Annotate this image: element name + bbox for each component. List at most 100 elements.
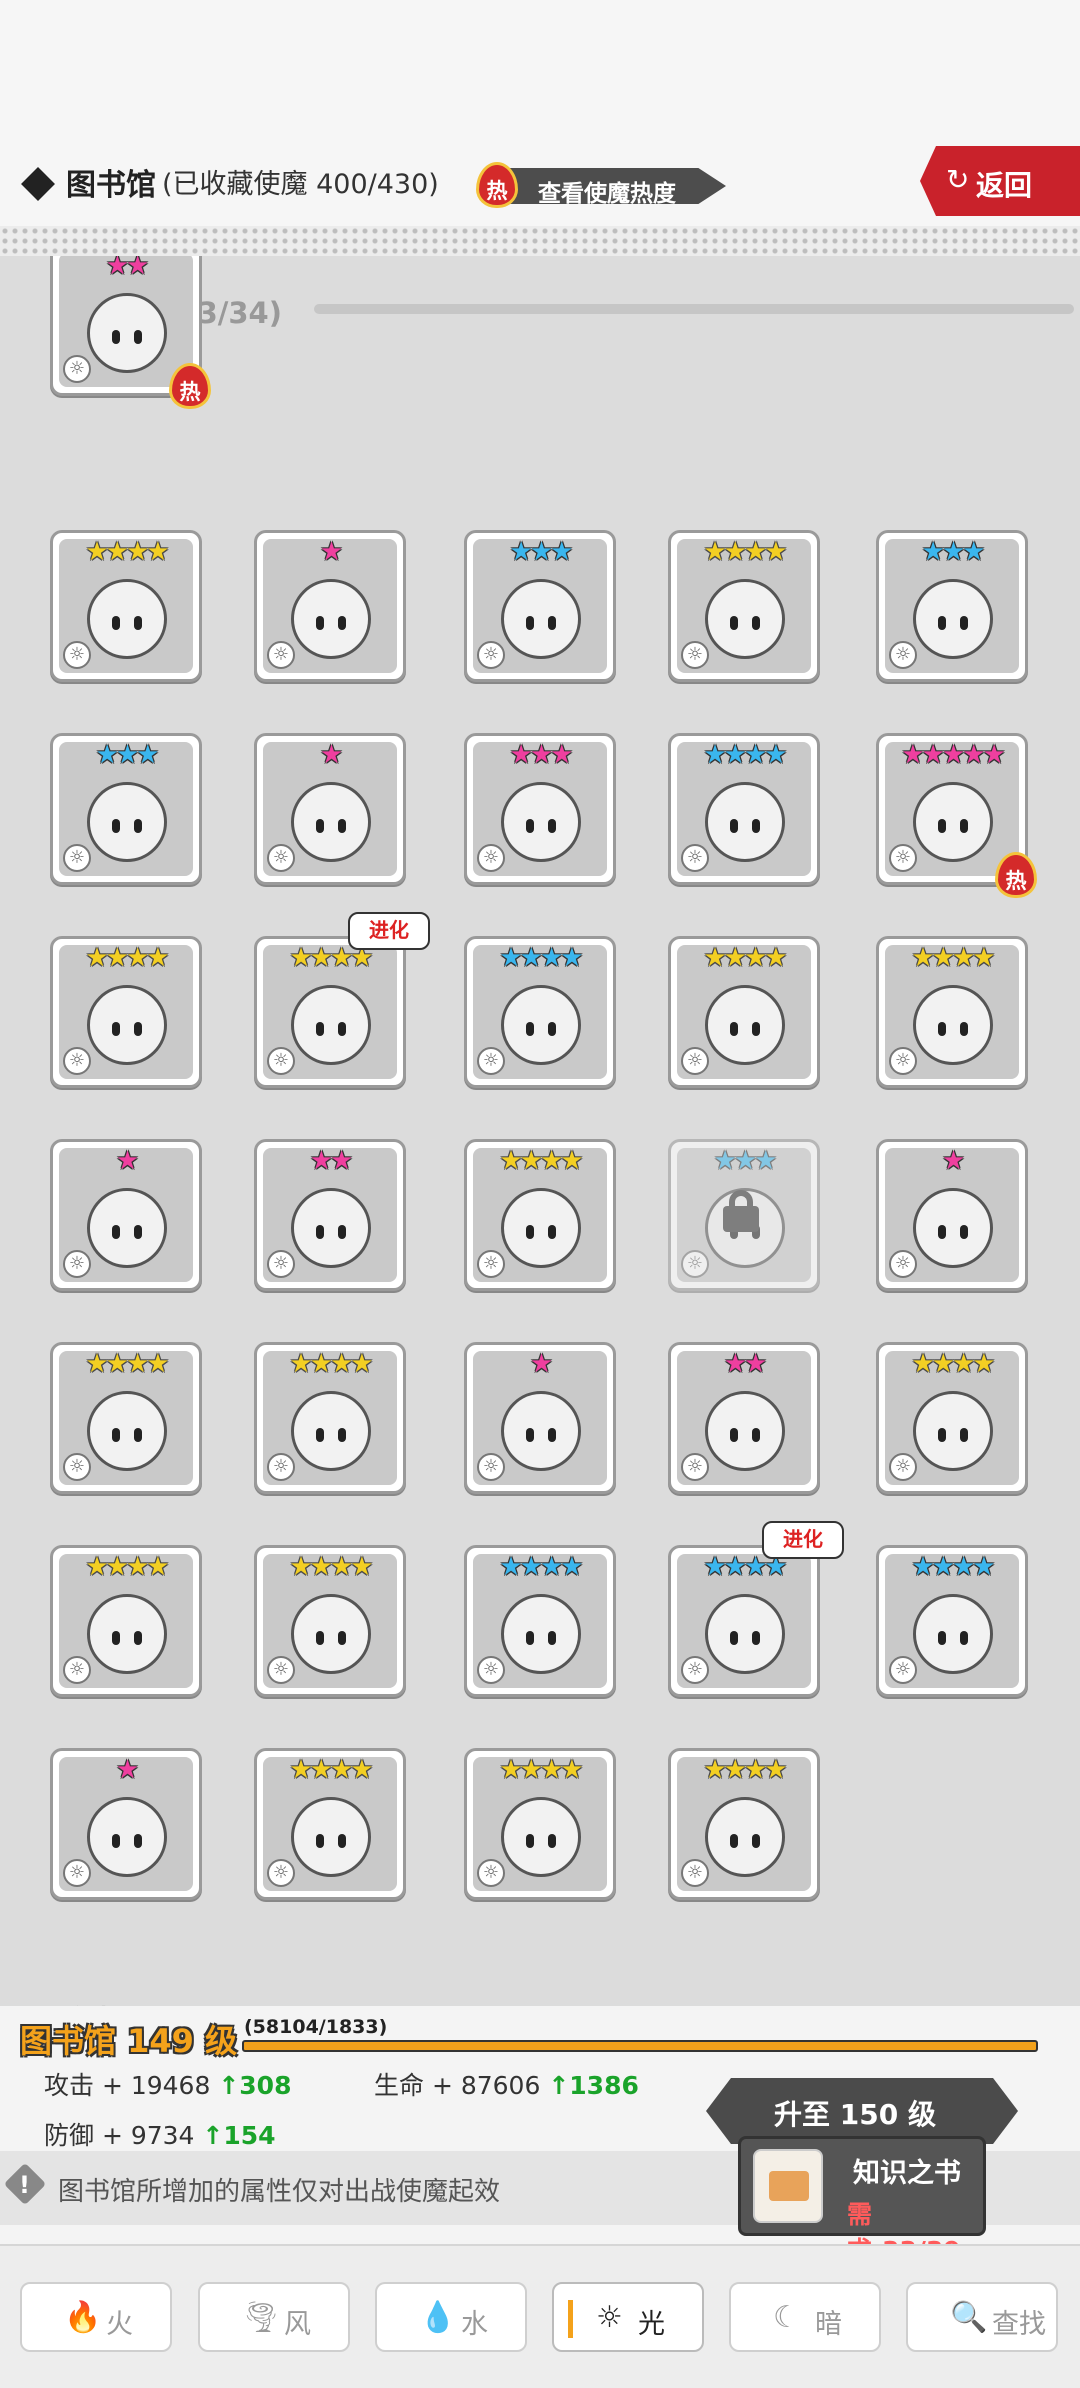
light-element-icon: ☼ [477, 844, 505, 872]
familiar-card[interactable]: ★★★★ ☼ [668, 530, 820, 682]
light-element-icon: ☼ [267, 1047, 295, 1075]
light-element-icon: ☼ [63, 641, 91, 669]
tab-label: 水 [461, 2309, 488, 2340]
star-rating: ★★★★ [703, 943, 787, 973]
familiar-card[interactable]: ★★★★ ☼ [668, 733, 820, 885]
familiar-card[interactable]: ★★★★ ☼ [464, 1748, 616, 1900]
return-arrow-icon: ↻ [946, 163, 970, 196]
star-rating: ★★★★★ [901, 740, 1006, 770]
book-icon [753, 2149, 823, 2223]
defense-stat: 防御 + 9734 ↑154 [44, 2116, 276, 2152]
light-element-icon: ☼ [889, 1453, 917, 1481]
hot-icon: 热 [476, 162, 518, 208]
familiar-card[interactable]: ★★★ ☼ [50, 733, 202, 885]
warning-mark: ! [19, 2171, 30, 2199]
familiar-card[interactable]: ★★★★ ☼ [254, 1342, 406, 1494]
view-heat-button[interactable]: 热 查看使魔热度 [476, 162, 730, 208]
familiar-face [87, 985, 167, 1065]
familiar-card[interactable]: ★★★★ ☼ [254, 1545, 406, 1697]
familiar-card[interactable]: ★★★★ ☼ [50, 936, 202, 1088]
star-rating: ★ [941, 1146, 965, 1176]
tab-light[interactable]: ☼ 光 [552, 2282, 704, 2352]
tab-search[interactable]: 🔍 查找 [906, 2282, 1058, 2352]
familiar-face [501, 1391, 581, 1471]
star-rating: ★★★★ [85, 1552, 169, 1582]
familiar-card[interactable]: ★★★★ ☼ [876, 936, 1028, 1088]
familiar-card[interactable]: ★★★★ ☼ [464, 936, 616, 1088]
familiar-card[interactable]: ★★★★ ☼ [464, 1139, 616, 1291]
light-element-icon: ☼ [63, 1859, 91, 1887]
light-element-icon: ☼ [267, 1859, 295, 1887]
back-button[interactable]: ↻ 返回 [920, 146, 1080, 216]
familiar-card[interactable]: ★ ☼ [50, 1748, 202, 1900]
familiar-face [501, 1188, 581, 1268]
familiar-card[interactable]: ★★★★ ☼ [876, 1545, 1028, 1697]
light-element-icon: ☼ [889, 1250, 917, 1278]
familiar-face [705, 782, 785, 862]
back-label: 返回 [976, 169, 1033, 202]
familiar-card[interactable]: ★ ☼ [254, 733, 406, 885]
familiar-card[interactable]: ★★ ☼ [254, 1139, 406, 1291]
familiar-card[interactable]: ★★★ ☼ [464, 530, 616, 682]
familiar-face [291, 1188, 371, 1268]
familiar-card[interactable]: ★★★★ ☼ [50, 530, 202, 682]
familiar-card[interactable]: ★★ ☼ 热 [50, 256, 211, 409]
star-rating: ★ [319, 537, 343, 567]
familiar-card[interactable]: ★ ☼ [50, 1139, 202, 1291]
familiar-card[interactable]: ★★★★ ☼ [464, 1545, 616, 1697]
familiar-face [291, 579, 371, 659]
light-icon: ☼ [596, 2300, 623, 2335]
familiar-card[interactable]: ★ ☼ [254, 530, 406, 682]
familiar-card[interactable]: ★★★★ ☼ [668, 1748, 820, 1900]
light-element-icon: ☼ [477, 1250, 505, 1278]
familiar-card[interactable]: ★★★ ☼ [876, 530, 1028, 682]
familiar-face [705, 1391, 785, 1471]
exp-text: (58104/1833) [244, 2016, 388, 2038]
light-element-icon: ☼ [477, 1453, 505, 1481]
section-header: 胎生★1(31/31) [60, 1998, 282, 2006]
status-bar [0, 0, 1080, 140]
tab-label: 火 [106, 2309, 133, 2340]
familiar-card[interactable]: ★★ ☼ [668, 1342, 820, 1494]
star-rating: ★★★★ [911, 943, 995, 973]
familiar-card[interactable]: ★★★ ☼ [668, 1139, 820, 1291]
familiar-card[interactable]: ★★★★ ☼ [50, 1342, 202, 1494]
tab-water[interactable]: 💧 水 [375, 2282, 527, 2352]
search-icon: 🔍 [950, 2300, 988, 2335]
upgrade-button[interactable]: 升至 150 级 ⬆ [706, 2078, 1018, 2144]
familiar-card[interactable]: ★★★★ ☼ [254, 936, 406, 1088]
tab-fire[interactable]: 🔥 火 [20, 2282, 172, 2352]
star-rating: ★★★★ [499, 1146, 583, 1176]
collection-grid[interactable]: 胎生★3(33/34) 胎生★1(31/31) ★★☼热★★★★☼★☼★★★☼★… [0, 256, 1080, 2006]
wind-icon: 🌪 [242, 2300, 281, 2335]
tab-label: 风 [284, 2309, 311, 2340]
light-element-icon: ☼ [63, 1250, 91, 1278]
collection-count: (已收藏使魔 400/430) [162, 169, 439, 200]
familiar-card[interactable]: ★★★★ ☼ [50, 1545, 202, 1697]
familiar-card[interactable]: ★★★ ☼ [464, 733, 616, 885]
familiar-card[interactable]: ★★★★ ☼ [668, 936, 820, 1088]
knowledge-book-item[interactable]: 知识之书 需求:33/39 [738, 2136, 986, 2265]
tab-dark[interactable]: ☾ 暗 [729, 2282, 881, 2352]
familiar-face [705, 579, 785, 659]
familiar-face [705, 1797, 785, 1877]
tab-label: 光 [638, 2309, 665, 2340]
familiar-card[interactable]: ★★★★ ☼ [876, 1342, 1028, 1494]
familiar-face [913, 1188, 993, 1268]
light-element-icon: ☼ [63, 1047, 91, 1075]
dark-icon: ☾ [773, 2300, 800, 2335]
familiar-card[interactable]: ★★★★ ☼ [254, 1748, 406, 1900]
library-level: 图书馆 149 级 [20, 2022, 238, 2060]
tab-wind[interactable]: 🌪 风 [198, 2282, 350, 2352]
light-element-icon: ☼ [889, 641, 917, 669]
familiar-face [87, 1391, 167, 1471]
evolve-badge: 进化 [348, 912, 430, 950]
familiar-face [291, 985, 371, 1065]
light-element-icon: ☼ [267, 844, 295, 872]
familiar-card[interactable]: ★ ☼ [876, 1139, 1028, 1291]
star-rating: ★★★ [509, 537, 574, 567]
star-rating: ★★★★ [911, 1349, 995, 1379]
familiar-card[interactable]: ★★★★★ ☼ 热 [876, 733, 1037, 898]
familiar-card[interactable]: ★ ☼ [464, 1342, 616, 1494]
familiar-card[interactable]: ★★★★ ☼ [668, 1545, 820, 1697]
